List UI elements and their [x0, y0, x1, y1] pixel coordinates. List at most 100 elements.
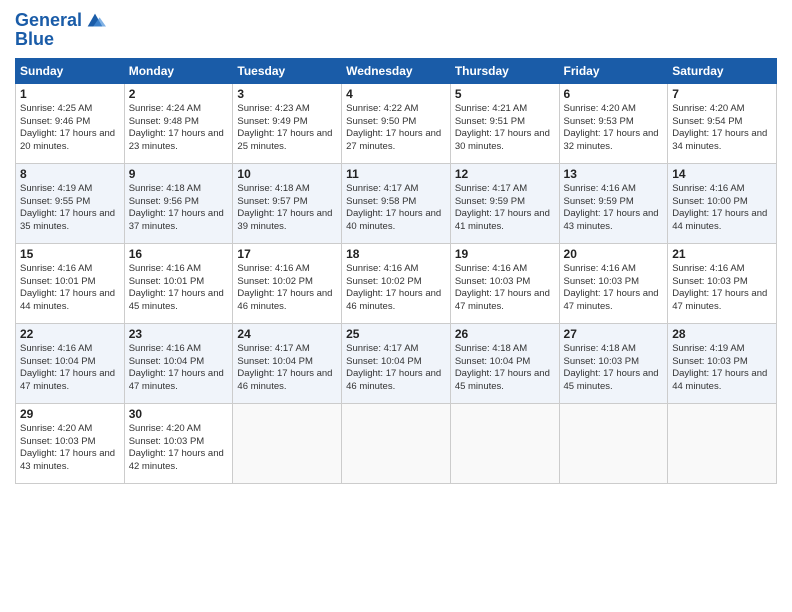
day-number: 27	[564, 327, 664, 341]
calendar-cell	[450, 403, 559, 483]
day-number: 22	[20, 327, 120, 341]
calendar-cell: 20 Sunrise: 4:16 AMSunset: 10:03 PMDayli…	[559, 243, 668, 323]
day-info: Sunrise: 4:20 AMSunset: 9:53 PMDaylight:…	[564, 103, 659, 152]
calendar-cell: 29 Sunrise: 4:20 AMSunset: 10:03 PMDayli…	[16, 403, 125, 483]
calendar-cell: 16 Sunrise: 4:16 AMSunset: 10:01 PMDayli…	[124, 243, 233, 323]
day-number: 24	[237, 327, 337, 341]
day-info: Sunrise: 4:23 AMSunset: 9:49 PMDaylight:…	[237, 103, 332, 152]
logo-subtext: Blue	[15, 30, 106, 50]
calendar-cell	[342, 403, 451, 483]
weekday-header: Monday	[124, 58, 233, 83]
calendar-cell: 6 Sunrise: 4:20 AMSunset: 9:53 PMDayligh…	[559, 83, 668, 163]
calendar-cell: 28 Sunrise: 4:19 AMSunset: 10:03 PMDayli…	[668, 323, 777, 403]
calendar-cell	[559, 403, 668, 483]
day-info: Sunrise: 4:16 AMSunset: 10:03 PMDaylight…	[564, 263, 659, 312]
calendar-cell: 9 Sunrise: 4:18 AMSunset: 9:56 PMDayligh…	[124, 163, 233, 243]
day-number: 7	[672, 87, 772, 101]
day-number: 25	[346, 327, 446, 341]
calendar-cell: 30 Sunrise: 4:20 AMSunset: 10:03 PMDayli…	[124, 403, 233, 483]
day-number: 8	[20, 167, 120, 181]
calendar-cell: 27 Sunrise: 4:18 AMSunset: 10:03 PMDayli…	[559, 323, 668, 403]
calendar-cell: 17 Sunrise: 4:16 AMSunset: 10:02 PMDayli…	[233, 243, 342, 323]
calendar-cell: 11 Sunrise: 4:17 AMSunset: 9:58 PMDaylig…	[342, 163, 451, 243]
day-info: Sunrise: 4:17 AMSunset: 9:58 PMDaylight:…	[346, 183, 441, 232]
day-number: 4	[346, 87, 446, 101]
day-number: 9	[129, 167, 229, 181]
calendar-cell	[233, 403, 342, 483]
day-info: Sunrise: 4:20 AMSunset: 9:54 PMDaylight:…	[672, 103, 767, 152]
calendar-cell: 1 Sunrise: 4:25 AMSunset: 9:46 PMDayligh…	[16, 83, 125, 163]
calendar-cell: 14 Sunrise: 4:16 AMSunset: 10:00 PMDayli…	[668, 163, 777, 243]
calendar-cell: 15 Sunrise: 4:16 AMSunset: 10:01 PMDayli…	[16, 243, 125, 323]
day-number: 18	[346, 247, 446, 261]
logo: General Blue	[15, 10, 106, 50]
weekday-header: Thursday	[450, 58, 559, 83]
day-info: Sunrise: 4:18 AMSunset: 10:03 PMDaylight…	[564, 343, 659, 392]
day-info: Sunrise: 4:20 AMSunset: 10:03 PMDaylight…	[129, 423, 224, 472]
day-number: 30	[129, 407, 229, 421]
day-info: Sunrise: 4:22 AMSunset: 9:50 PMDaylight:…	[346, 103, 441, 152]
day-number: 26	[455, 327, 555, 341]
day-number: 13	[564, 167, 664, 181]
day-number: 2	[129, 87, 229, 101]
day-info: Sunrise: 4:18 AMSunset: 10:04 PMDaylight…	[455, 343, 550, 392]
calendar-cell: 2 Sunrise: 4:24 AMSunset: 9:48 PMDayligh…	[124, 83, 233, 163]
day-number: 19	[455, 247, 555, 261]
calendar-cell: 5 Sunrise: 4:21 AMSunset: 9:51 PMDayligh…	[450, 83, 559, 163]
calendar-cell: 23 Sunrise: 4:16 AMSunset: 10:04 PMDayli…	[124, 323, 233, 403]
calendar-cell: 4 Sunrise: 4:22 AMSunset: 9:50 PMDayligh…	[342, 83, 451, 163]
calendar-cell	[668, 403, 777, 483]
day-info: Sunrise: 4:16 AMSunset: 10:00 PMDaylight…	[672, 183, 767, 232]
weekday-header: Tuesday	[233, 58, 342, 83]
day-info: Sunrise: 4:25 AMSunset: 9:46 PMDaylight:…	[20, 103, 115, 152]
day-info: Sunrise: 4:17 AMSunset: 10:04 PMDaylight…	[346, 343, 441, 392]
weekday-header: Friday	[559, 58, 668, 83]
day-number: 17	[237, 247, 337, 261]
calendar-cell: 13 Sunrise: 4:16 AMSunset: 9:59 PMDaylig…	[559, 163, 668, 243]
calendar-cell: 22 Sunrise: 4:16 AMSunset: 10:04 PMDayli…	[16, 323, 125, 403]
day-number: 10	[237, 167, 337, 181]
logo-icon	[84, 10, 106, 32]
day-info: Sunrise: 4:16 AMSunset: 9:59 PMDaylight:…	[564, 183, 659, 232]
day-info: Sunrise: 4:20 AMSunset: 10:03 PMDaylight…	[20, 423, 115, 472]
day-info: Sunrise: 4:17 AMSunset: 10:04 PMDaylight…	[237, 343, 332, 392]
page: General Blue SundayMondayTuesdayWednesda…	[0, 0, 792, 612]
day-info: Sunrise: 4:16 AMSunset: 10:03 PMDaylight…	[672, 263, 767, 312]
header: General Blue	[15, 10, 777, 50]
calendar-cell: 7 Sunrise: 4:20 AMSunset: 9:54 PMDayligh…	[668, 83, 777, 163]
day-number: 20	[564, 247, 664, 261]
day-info: Sunrise: 4:17 AMSunset: 9:59 PMDaylight:…	[455, 183, 550, 232]
weekday-header: Sunday	[16, 58, 125, 83]
day-info: Sunrise: 4:19 AMSunset: 10:03 PMDaylight…	[672, 343, 767, 392]
day-info: Sunrise: 4:16 AMSunset: 10:02 PMDaylight…	[237, 263, 332, 312]
calendar-cell: 26 Sunrise: 4:18 AMSunset: 10:04 PMDayli…	[450, 323, 559, 403]
day-info: Sunrise: 4:16 AMSunset: 10:02 PMDaylight…	[346, 263, 441, 312]
day-number: 29	[20, 407, 120, 421]
calendar-cell: 3 Sunrise: 4:23 AMSunset: 9:49 PMDayligh…	[233, 83, 342, 163]
logo-text: General	[15, 11, 82, 31]
calendar-cell: 18 Sunrise: 4:16 AMSunset: 10:02 PMDayli…	[342, 243, 451, 323]
calendar-cell: 10 Sunrise: 4:18 AMSunset: 9:57 PMDaylig…	[233, 163, 342, 243]
day-info: Sunrise: 4:24 AMSunset: 9:48 PMDaylight:…	[129, 103, 224, 152]
day-info: Sunrise: 4:18 AMSunset: 9:57 PMDaylight:…	[237, 183, 332, 232]
day-info: Sunrise: 4:16 AMSunset: 10:03 PMDaylight…	[455, 263, 550, 312]
calendar-cell: 19 Sunrise: 4:16 AMSunset: 10:03 PMDayli…	[450, 243, 559, 323]
day-number: 1	[20, 87, 120, 101]
day-number: 28	[672, 327, 772, 341]
day-number: 14	[672, 167, 772, 181]
day-number: 6	[564, 87, 664, 101]
day-info: Sunrise: 4:16 AMSunset: 10:04 PMDaylight…	[129, 343, 224, 392]
day-info: Sunrise: 4:16 AMSunset: 10:01 PMDaylight…	[129, 263, 224, 312]
weekday-header: Saturday	[668, 58, 777, 83]
weekday-header: Wednesday	[342, 58, 451, 83]
day-number: 15	[20, 247, 120, 261]
calendar-cell: 21 Sunrise: 4:16 AMSunset: 10:03 PMDayli…	[668, 243, 777, 323]
day-info: Sunrise: 4:16 AMSunset: 10:01 PMDaylight…	[20, 263, 115, 312]
calendar-table: SundayMondayTuesdayWednesdayThursdayFrid…	[15, 58, 777, 484]
calendar-cell: 25 Sunrise: 4:17 AMSunset: 10:04 PMDayli…	[342, 323, 451, 403]
day-info: Sunrise: 4:19 AMSunset: 9:55 PMDaylight:…	[20, 183, 115, 232]
day-number: 23	[129, 327, 229, 341]
day-number: 3	[237, 87, 337, 101]
calendar-cell: 8 Sunrise: 4:19 AMSunset: 9:55 PMDayligh…	[16, 163, 125, 243]
day-info: Sunrise: 4:18 AMSunset: 9:56 PMDaylight:…	[129, 183, 224, 232]
